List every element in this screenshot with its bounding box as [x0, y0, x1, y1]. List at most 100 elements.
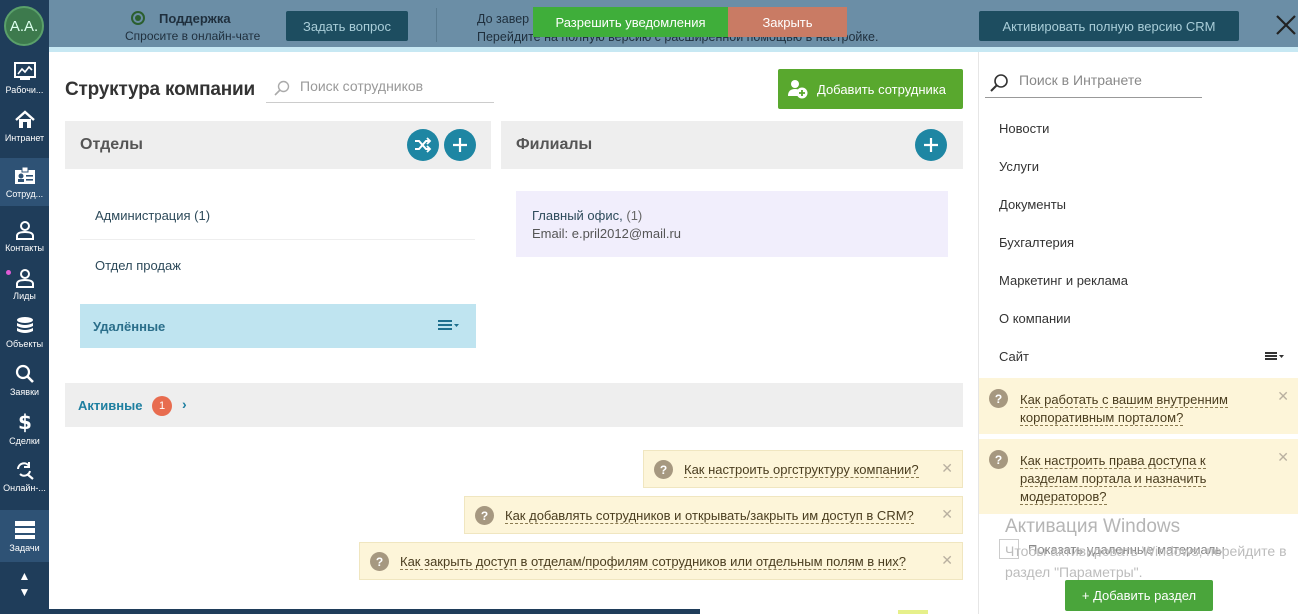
hint-orgstructure[interactable]: ? Как настроить оргструктуру компании? ✕ — [643, 450, 963, 488]
sidebar-scroll-arrows[interactable]: ▲ ▼ — [0, 568, 49, 600]
hint-crm-access[interactable]: ? Как добавлять сотрудников и открывать/… — [464, 496, 963, 534]
menu-item-news[interactable]: Новости — [999, 121, 1049, 136]
hint-link-text: Как работать с вашим внутренним корпорат… — [1020, 392, 1228, 426]
add-employee-button[interactable]: Добавить сотрудника — [778, 69, 963, 109]
svg-text:$: $ — [18, 411, 32, 433]
departments-title: Отделы — [80, 136, 143, 153]
sidebar-item-label: Задачи — [9, 542, 40, 553]
person-icon — [15, 268, 34, 288]
hint-link[interactable]: Как закрыть доступ в отделам/профилям со… — [400, 554, 906, 570]
sidebar-item-label: Онлайн-... — [3, 482, 46, 493]
close-notification-button[interactable]: Закрыть — [728, 7, 847, 37]
menu-item-services[interactable]: Услуги — [999, 159, 1039, 174]
close-icon[interactable]: ✕ — [941, 460, 953, 477]
add-user-icon — [788, 80, 808, 99]
question-icon: ? — [654, 460, 673, 479]
menu-item-site[interactable]: Сайт — [999, 349, 1029, 364]
sidebar-item-label: Контакты — [5, 242, 44, 253]
windows-activation-text: Чтобы активировать Windows, перейдите в … — [1005, 543, 1287, 580]
hint-link[interactable]: Как работать с вашим внутренним корпорат… — [1020, 391, 1245, 427]
close-icon[interactable]: ✕ — [1277, 449, 1289, 466]
add-department-button[interactable] — [444, 129, 476, 161]
active-employees-bar[interactable]: Активные 1 › — [65, 383, 963, 427]
sidebar-item-contacts[interactable]: Контакты — [0, 212, 49, 260]
search-icon — [274, 80, 290, 96]
sidebar-item-desktop[interactable]: Рабочи... — [0, 54, 49, 102]
divider — [436, 8, 437, 42]
branch-card[interactable]: Главный офис, (1) Email: e.pril2012@mail… — [516, 191, 948, 257]
sidebar-item-leads[interactable]: Лиды — [0, 260, 49, 308]
plus-icon — [924, 138, 938, 152]
search-icon — [990, 74, 1008, 92]
branch-count: (1) — [626, 208, 643, 223]
question-icon: ? — [989, 450, 1008, 469]
page-title: Структура компании — [65, 79, 255, 100]
taskbar-highlight — [898, 610, 928, 614]
divider — [80, 239, 475, 240]
sidebar-item-label: Объекты — [5, 338, 44, 349]
add-branch-button[interactable] — [915, 129, 947, 161]
employee-search-input[interactable] — [300, 78, 490, 94]
support-subtitle: Спросите в онлайн-чате — [125, 29, 261, 43]
home-icon — [14, 109, 35, 128]
avatar[interactable]: A.A. — [4, 6, 44, 46]
close-icon[interactable] — [1275, 12, 1297, 38]
sidebar-item-deals[interactable]: $ Сделки — [0, 404, 49, 452]
departments-header: Отделы — [65, 121, 491, 169]
sidebar-item-online[interactable]: Онлайн-... — [0, 452, 49, 500]
refresh-search-icon — [16, 461, 34, 480]
allow-notifications-button[interactable]: Разрешить уведомления — [533, 7, 728, 37]
hint-permissions[interactable]: ? Как настроить права доступа к разделам… — [979, 439, 1298, 514]
sidebar-item-tasks[interactable]: Задачи — [0, 510, 49, 562]
employee-search[interactable] — [266, 73, 494, 103]
hint-close-access[interactable]: ? Как закрыть доступ в отделам/профилям … — [359, 542, 963, 580]
taskbar-strip — [49, 609, 700, 614]
branch-name: Главный офис, (1) — [532, 208, 642, 223]
menu-icon[interactable] — [438, 320, 460, 332]
question-icon: ? — [989, 389, 1008, 408]
online-status-icon — [131, 11, 145, 25]
count-badge: 1 — [152, 396, 172, 416]
menu-item-accounting[interactable]: Бухгалтерия — [999, 235, 1074, 250]
close-icon[interactable]: ✕ — [941, 506, 953, 523]
hint-link[interactable]: Как добавлять сотрудников и открывать/за… — [505, 508, 914, 524]
sidebar-item-label: Рабочи... — [5, 84, 44, 95]
dashboard-icon — [13, 61, 36, 80]
hint-link[interactable]: Как настроить оргструктуру компании? — [684, 462, 919, 478]
sidebar-item-label: Заявки — [9, 386, 40, 397]
menu-item-marketing[interactable]: Маркетинг и реклама — [999, 273, 1128, 288]
sidebar-item-label: Сделки — [9, 435, 40, 446]
shuffle-icon — [415, 137, 432, 153]
department-item[interactable]: Отдел продаж — [95, 258, 181, 273]
shuffle-button[interactable] — [407, 129, 439, 161]
branches-title: Филиалы — [516, 136, 593, 153]
menu-item-about[interactable]: О компании — [999, 311, 1071, 326]
menu-icon[interactable] — [1265, 350, 1285, 362]
hint-portal[interactable]: ? Как работать с вашим внутренним корпор… — [979, 378, 1298, 434]
intranet-search[interactable] — [985, 66, 1202, 98]
branch-name-text: Главный офис, — [532, 208, 623, 223]
dollar-icon: $ — [18, 411, 32, 433]
ask-question-button[interactable]: Задать вопрос — [286, 11, 408, 41]
sidebar-item-label: Интранет — [4, 132, 45, 143]
add-section-button[interactable]: + Добавить раздел — [1065, 580, 1213, 611]
department-item[interactable]: Администрация (1) — [95, 208, 210, 223]
branch-email: Email: e.pril2012@mail.ru — [532, 226, 682, 241]
sidebar-item-intranet[interactable]: Интранет — [0, 102, 49, 150]
sidebar-item-employees[interactable]: Сотруд... — [0, 158, 49, 206]
close-icon[interactable]: ✕ — [1277, 388, 1289, 405]
search-icon — [15, 364, 34, 383]
hint-link[interactable]: Как настроить права доступа к разделам п… — [1020, 452, 1245, 506]
menu-item-documents[interactable]: Документы — [999, 197, 1066, 212]
sidebar-item-label: Сотруд... — [5, 188, 44, 199]
close-icon[interactable]: ✕ — [941, 552, 953, 569]
sidebar-item-objects[interactable]: Объекты — [0, 308, 49, 356]
add-employee-label: Добавить сотрудника — [817, 81, 946, 97]
activate-crm-button[interactable]: Активировать полную версию CRM — [979, 11, 1239, 41]
sidebar-item-label: Лиды — [13, 290, 36, 301]
sidebar-item-requests[interactable]: Заявки — [0, 356, 49, 404]
left-sidebar: A.A. Рабочи... Интранет Сотруд... Контак… — [0, 0, 49, 614]
person-icon — [15, 220, 34, 240]
deleted-departments[interactable]: Удалённые — [80, 304, 476, 348]
intranet-search-input[interactable] — [1019, 72, 1199, 88]
